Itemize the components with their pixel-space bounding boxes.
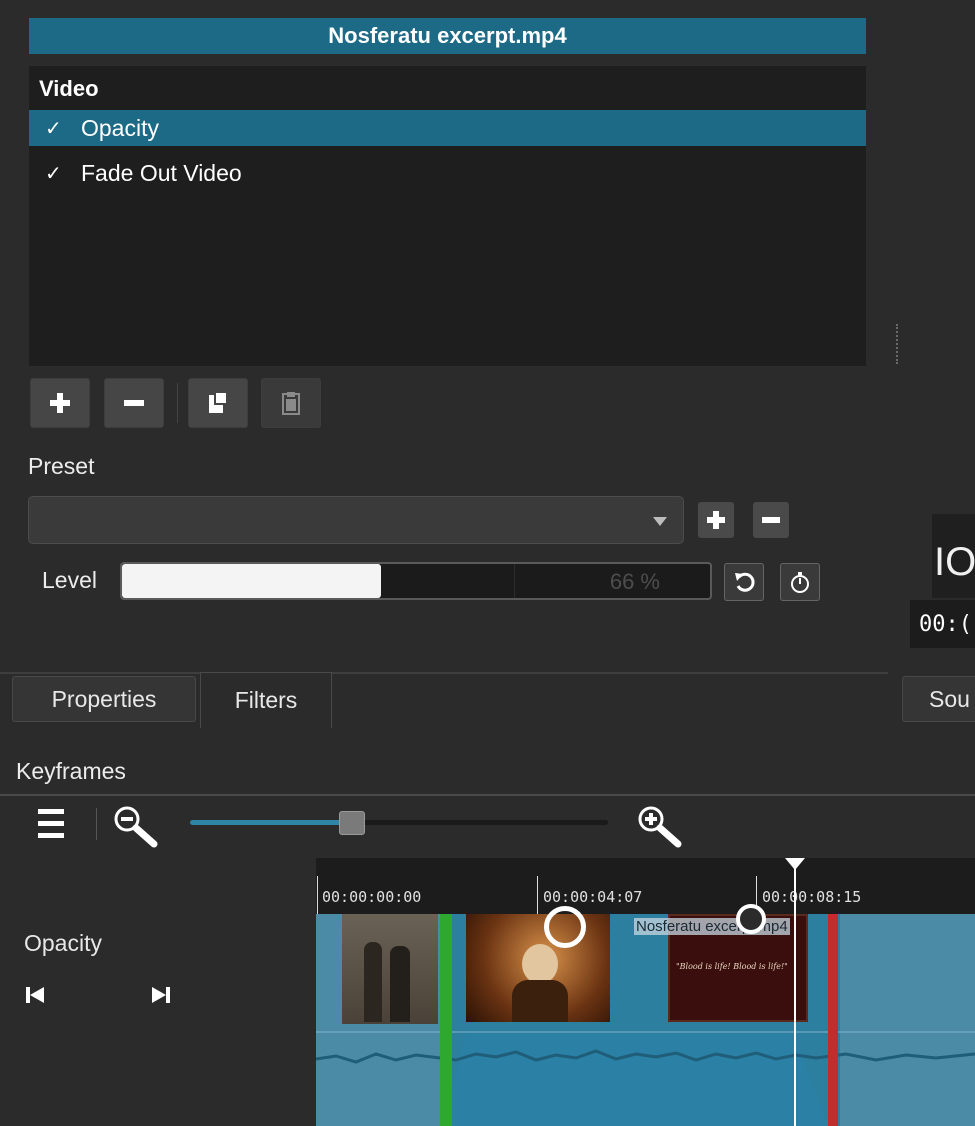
filter-item-label: Fade Out Video [81,159,242,186]
level-slider-fill [122,564,381,598]
level-label: Level [42,567,97,593]
timecode-text: 00:( [919,612,972,637]
keyframes-menu-button[interactable] [38,807,64,839]
add-icon [707,511,725,529]
chevron-down-icon [653,517,667,526]
copy-filters-button[interactable] [188,378,248,428]
ruler-tick [537,876,538,914]
timecode-box[interactable]: 00:( [910,600,975,648]
preset-combobox[interactable] [28,496,684,544]
keyframes-toggle-button[interactable] [780,563,820,601]
dock-top-border [0,672,888,674]
level-slider[interactable]: 66 % [120,562,712,600]
zoom-out-button[interactable] [112,804,164,848]
reset-level-button[interactable] [724,563,764,601]
zoom-slider-fill [190,820,349,825]
hamburger-menu-icon [38,809,64,838]
toolbar-separator [177,383,178,423]
playhead-marker-icon[interactable] [785,858,805,872]
track-header: Opacity [0,914,316,1126]
zoom-slider-handle[interactable] [339,811,365,835]
filter-item-opacity[interactable]: ✓ Opacity [29,110,866,146]
ruler-tick [317,876,318,914]
keyframes-title: Keyframes [16,758,126,784]
preset-label: Preset [28,453,95,479]
next-keyframe-icon[interactable] [152,986,170,1004]
toolbar-separator [96,808,97,840]
right-panel-preview: ΙΟ( [932,514,975,598]
zoom-in-button[interactable] [636,804,688,848]
clip-title: Nosferatu excerpt.mp4 [29,18,866,54]
tab-source[interactable]: Sou [902,676,975,722]
playhead-line[interactable] [794,858,796,1126]
remove-filter-button[interactable] [104,378,164,428]
keyframes-separator [0,794,975,796]
splitter-handle[interactable] [896,324,898,364]
zoom-out-icon [114,806,158,848]
filter-item-fade-out-video[interactable]: ✓ Fade Out Video [29,155,866,191]
filter-item-label: Opacity [81,114,159,141]
keyframe-marker[interactable] [544,906,586,948]
ruler-label: 00:00:04:07 [543,888,643,906]
add-preset-button[interactable] [698,502,734,538]
filter-section-header: Video [39,76,99,101]
checkbox-opacity[interactable]: ✓ [45,116,69,141]
opacity-curve [316,1031,975,1126]
level-value: 66 % [609,569,660,594]
zoom-slider[interactable] [190,811,608,835]
delete-preset-button[interactable] [753,502,789,538]
ruler-label: 00:00:08:15 [762,888,862,906]
fade-in-handle[interactable] [440,914,452,1126]
paste-icon [282,392,300,415]
ruler-label: 00:00:00:00 [322,888,422,906]
checkbox-fade-out-video[interactable]: ✓ [45,161,69,186]
keyframe-marker[interactable] [736,904,766,934]
filter-list[interactable]: Video ✓ Opacity ✓ Fade Out Video [29,66,866,366]
add-icon [50,393,70,413]
timeline-ruler[interactable]: 00:00:00:00 00:00:04:07 00:00:08:15 [316,858,975,914]
copy-icon [209,391,228,413]
zoom-in-icon [638,806,682,848]
undo-icon [735,572,755,592]
keyframe-track[interactable]: "Blood is life! Blood is life!" Nosferat… [316,858,975,1126]
add-filter-button[interactable] [30,378,90,428]
paste-filters-button[interactable] [261,378,321,428]
track-name: Opacity [24,930,102,956]
remove-icon [124,400,144,406]
slider-divider [514,564,515,598]
fade-out-handle[interactable] [828,914,838,1126]
stopwatch-icon [791,572,809,593]
preview-timecode-large: ΙΟ( [934,540,975,584]
previous-keyframe-icon[interactable] [26,986,44,1004]
tab-properties[interactable]: Properties [12,676,196,722]
remove-icon [762,517,780,523]
tab-filters[interactable]: Filters [200,672,332,728]
